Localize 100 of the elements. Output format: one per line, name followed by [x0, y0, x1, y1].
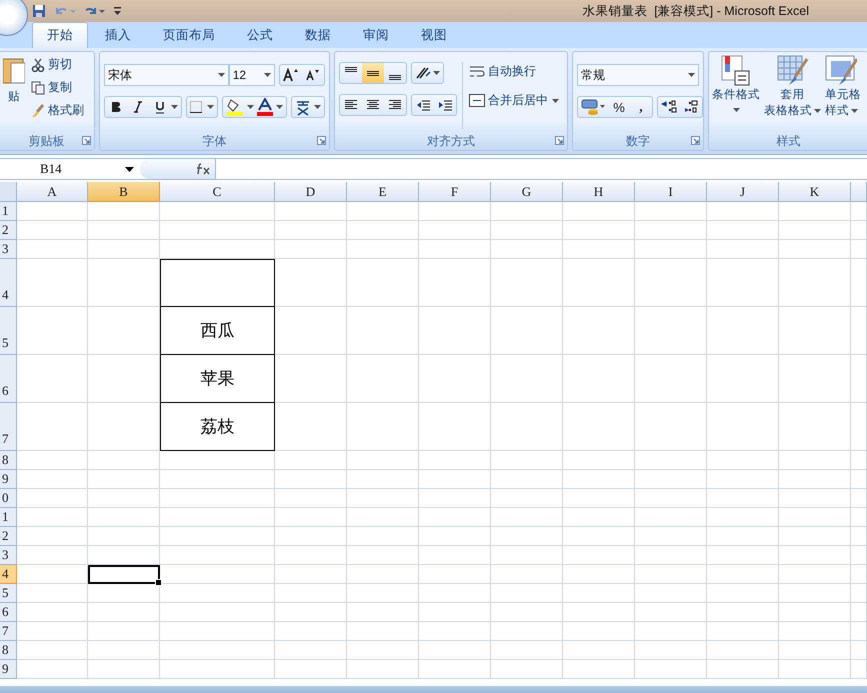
- row-header[interactable]: 7: [0, 403, 17, 451]
- ribbon-tab[interactable]: 页面布局: [148, 22, 230, 48]
- dropdown-arrow-icon[interactable]: [314, 105, 321, 109]
- dialog-launcher-icon[interactable]: [691, 136, 700, 145]
- dropdown-arrow-icon[interactable]: [218, 73, 225, 77]
- dialog-launcher-icon[interactable]: [82, 136, 91, 145]
- ribbon-tab[interactable]: 开始: [32, 22, 88, 48]
- table-cell: [88, 527, 160, 546]
- ribbon-tab[interactable]: 公式: [232, 22, 288, 48]
- table-cell: [779, 403, 851, 451]
- row-header[interactable]: 9: [0, 660, 17, 679]
- table-cell: [851, 565, 867, 584]
- column-header[interactable]: H: [563, 182, 635, 202]
- ribbon-tab[interactable]: 视图: [406, 22, 462, 48]
- dropdown-arrow-icon[interactable]: [125, 166, 134, 172]
- phonetic-guide-button[interactable]: [291, 96, 325, 118]
- row-header[interactable]: 8: [0, 451, 17, 470]
- table-cell: [347, 355, 419, 403]
- customize-menu-icon[interactable]: [114, 7, 121, 15]
- name-box[interactable]: B14: [0, 159, 140, 179]
- table-cell: [779, 546, 851, 565]
- dropdown-arrow-icon[interactable]: [552, 98, 559, 102]
- borders-button[interactable]: [186, 96, 218, 118]
- percent-style-button[interactable]: %: [608, 97, 630, 117]
- row-header[interactable]: 9: [0, 470, 17, 489]
- column-header[interactable]: D: [275, 182, 347, 202]
- cut-button[interactable]: 剪切: [29, 55, 86, 74]
- save-icon[interactable]: [32, 4, 46, 18]
- column-header[interactable]: I: [635, 182, 707, 202]
- row-header[interactable]: 8: [0, 641, 17, 660]
- column-header[interactable]: K: [779, 182, 851, 202]
- dropdown-arrow-icon[interactable]: [247, 105, 254, 109]
- row-header[interactable]: 2: [0, 527, 17, 546]
- table-cell: [563, 584, 635, 603]
- table-cell: [347, 202, 419, 221]
- merge-center-button[interactable]: 合并后居中: [467, 91, 550, 110]
- ribbon-tab[interactable]: 数据: [290, 22, 346, 48]
- copy-button[interactable]: 复制: [29, 78, 86, 97]
- font-name-field[interactable]: 宋体: [104, 64, 229, 86]
- table-cell: [851, 584, 867, 603]
- row-header[interactable]: 4: [0, 259, 17, 307]
- cell-styles-button[interactable]: 单元格 样式: [823, 55, 863, 129]
- table-cell: [17, 622, 88, 641]
- table-cell: [491, 259, 563, 307]
- dropdown-arrow-icon[interactable]: [276, 105, 283, 109]
- dropdown-arrow-icon[interactable]: [732, 108, 740, 112]
- column-header[interactable]: B: [88, 182, 160, 202]
- row-header[interactable]: 6: [0, 603, 17, 622]
- dialog-launcher-icon[interactable]: [317, 136, 326, 145]
- table-cell: [635, 451, 707, 470]
- paste-button[interactable]: 贴: [3, 55, 25, 129]
- number-format-field[interactable]: 常规: [577, 64, 699, 86]
- row-header[interactable]: 3: [0, 240, 17, 259]
- font-color-icon[interactable]: [257, 98, 273, 116]
- orientation-button[interactable]: [411, 62, 444, 84]
- row-header[interactable]: 5: [0, 584, 17, 603]
- dropdown-arrow-icon[interactable]: [171, 105, 178, 109]
- table-cell: [563, 603, 635, 622]
- row-header[interactable]: 2: [0, 221, 17, 240]
- dialog-launcher-icon[interactable]: [555, 136, 564, 145]
- dropdown-arrow-icon[interactable]: [433, 71, 440, 75]
- column-header[interactable]: G: [491, 182, 563, 202]
- table-cell: [17, 451, 88, 470]
- row-header[interactable]: 6: [0, 355, 17, 403]
- ribbon-tab[interactable]: 审阅: [348, 22, 404, 48]
- fill-color-icon[interactable]: [226, 98, 244, 116]
- row-header[interactable]: 3: [0, 546, 17, 565]
- row-header[interactable]: 1: [0, 202, 17, 221]
- column-header[interactable]: A: [17, 182, 88, 202]
- selected-cell[interactable]: [88, 565, 160, 584]
- redo-icon[interactable]: [84, 5, 106, 17]
- dropdown-arrow-icon[interactable]: [851, 109, 858, 113]
- table-cell: [779, 603, 851, 622]
- column-header[interactable]: F: [419, 182, 491, 202]
- dropdown-arrow-icon[interactable]: [814, 109, 821, 113]
- wrap-text-button[interactable]: 自动换行: [467, 62, 559, 81]
- column-header[interactable]: E: [347, 182, 419, 202]
- font-size-field[interactable]: 12: [228, 64, 275, 86]
- vertical-align-button[interactable]: [362, 63, 384, 83]
- row-header[interactable]: 7: [0, 622, 17, 641]
- table-cell: [779, 221, 851, 240]
- dropdown-arrow-icon[interactable]: [264, 73, 271, 77]
- conditional-formatting-button[interactable]: 条件格式: [710, 55, 762, 129]
- comma-style-button[interactable]: ,: [630, 97, 652, 117]
- insert-function-icon[interactable]: [195, 163, 211, 175]
- format-painter-button[interactable]: 格式刷: [29, 101, 86, 120]
- fill-handle[interactable]: [155, 579, 162, 586]
- column-header[interactable]: C: [160, 182, 275, 202]
- row-header[interactable]: 0: [0, 489, 17, 508]
- table-cell: [707, 403, 779, 451]
- dropdown-arrow-icon[interactable]: [688, 73, 695, 77]
- row-header[interactable]: 5: [0, 307, 17, 355]
- column-header[interactable]: J: [707, 182, 779, 202]
- dropdown-arrow-icon[interactable]: [207, 105, 214, 109]
- table-cell: [347, 451, 419, 470]
- ribbon-tab[interactable]: 插入: [90, 22, 146, 48]
- format-as-table-button[interactable]: 套用 表格格式: [762, 55, 823, 129]
- row-header[interactable]: 4: [0, 565, 17, 584]
- row-header[interactable]: 1: [0, 508, 17, 527]
- table-cell: [88, 202, 160, 221]
